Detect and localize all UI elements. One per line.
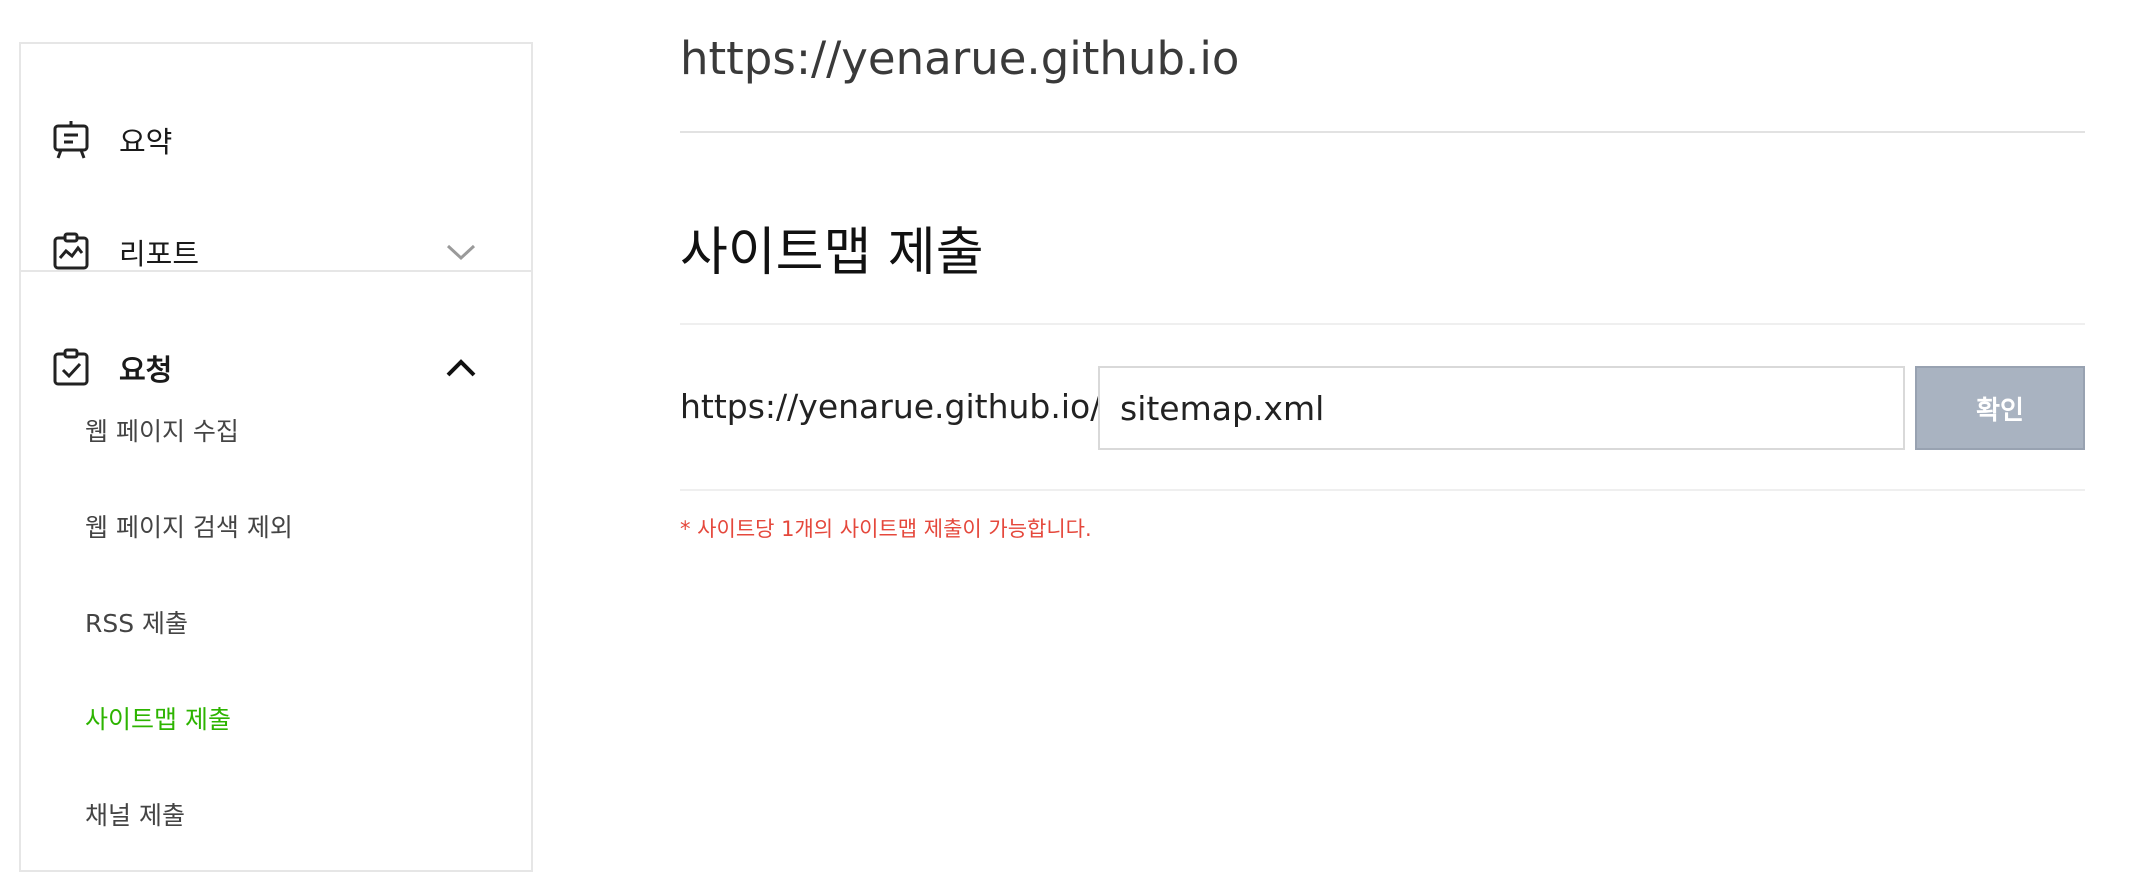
sidebar-item-reports[interactable]: 리포트 [21,196,531,308]
summary-board-icon [53,121,89,159]
sidebar-nav: 요약 리포트 요청 웹 페이지 수집 웹 페이지 검색 제외 RSS 제출 사이… [19,42,533,872]
sidebar-item-label: 요약 [119,125,173,159]
chevron-down-icon[interactable] [445,242,477,262]
header-divider [680,131,2085,133]
sidebar-item-label: 리포트 [119,237,200,271]
sidebar-divider [21,270,531,272]
sitemap-path-input[interactable] [1098,366,1905,450]
sidebar-subitem-web-page-exclude[interactable]: 웹 페이지 검색 제외 [85,508,293,544]
sidebar-item-summary[interactable]: 요약 [21,84,531,196]
section-divider [680,323,2085,325]
site-url-heading: https://yenarue.github.io [680,32,1240,85]
sidebar-subitem-rss-submit[interactable]: RSS 제출 [85,604,188,640]
sidebar-subitem-channel-submit[interactable]: 채널 제출 [85,796,185,832]
chevron-up-icon[interactable] [445,358,477,378]
sidebar-subitem-sitemap-submit[interactable]: 사이트맵 제출 [85,700,231,736]
sidebar-subitem-web-page-collect[interactable]: 웹 페이지 수집 [85,412,239,448]
sidebar-item-requests[interactable]: 요청 [21,312,531,424]
confirm-button[interactable]: 확인 [1915,366,2085,450]
clipboard-check-icon [53,348,89,386]
sidebar-item-label: 요청 [119,353,173,387]
sitemap-limit-notice: * 사이트당 1개의 사이트맵 제출이 가능합니다. [680,517,1092,541]
page-title: 사이트맵 제출 [680,223,984,283]
report-chart-icon [53,232,89,270]
form-divider [680,489,2085,491]
sitemap-url-prefix: https://yenarue.github.io/ [680,387,1102,426]
